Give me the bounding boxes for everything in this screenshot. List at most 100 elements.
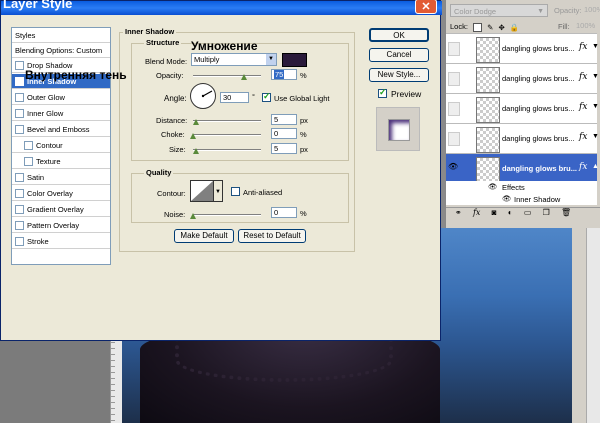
new-style-button[interactable]: New Style... bbox=[369, 68, 429, 82]
cancel-button[interactable]: Cancel bbox=[369, 48, 429, 62]
layer-blend-mode-select[interactable]: Color Dodge ▼ bbox=[450, 4, 548, 17]
eye-icon[interactable] bbox=[448, 72, 460, 86]
fx-icon[interactable]: fx bbox=[579, 72, 587, 82]
blending-options-item[interactable]: Blending Options: Custom bbox=[12, 43, 110, 58]
reset-to-default-button[interactable]: Reset to Default bbox=[238, 229, 306, 243]
fill-input[interactable]: 100% bbox=[576, 21, 595, 30]
style-item-checkbox[interactable] bbox=[15, 60, 24, 70]
style-item[interactable]: Color Overlay bbox=[12, 186, 110, 201]
choke-slider-track[interactable] bbox=[193, 134, 261, 136]
style-item[interactable]: Pattern Overlay bbox=[12, 218, 110, 233]
make-default-button[interactable]: Make Default bbox=[174, 229, 234, 243]
style-item-checkbox[interactable] bbox=[24, 140, 33, 150]
mask-icon[interactable]: ◙ bbox=[492, 208, 497, 217]
style-item[interactable]: Bevel and Emboss bbox=[12, 122, 110, 137]
eye-icon[interactable]: 👁 bbox=[502, 194, 512, 203]
trash-icon[interactable]: 🗑 bbox=[561, 208, 571, 217]
fx-icon[interactable]: fx bbox=[473, 208, 480, 217]
style-item-checkbox[interactable] bbox=[15, 204, 24, 214]
blend-mode-select[interactable]: Multiply ▼ bbox=[191, 53, 277, 66]
layer-row[interactable]: 👁 dangling glows bru... fx ▲ bbox=[446, 153, 599, 184]
opacity-input[interactable]: 75 bbox=[271, 69, 297, 80]
noise-input[interactable]: 0 bbox=[271, 207, 297, 218]
expand-arrow-icon[interactable]: ▼ bbox=[592, 43, 599, 50]
fx-icon[interactable]: fx bbox=[579, 132, 587, 142]
lock-position-icon[interactable]: ✥ bbox=[499, 23, 505, 32]
fx-icon[interactable]: fx bbox=[579, 42, 587, 52]
angle-input[interactable]: 30 bbox=[220, 92, 249, 103]
style-item[interactable]: Stroke bbox=[12, 234, 110, 249]
vertical-scrollbar[interactable] bbox=[586, 228, 600, 423]
contour-preview[interactable] bbox=[190, 180, 214, 202]
shadow-color-swatch[interactable] bbox=[282, 53, 307, 67]
size-slider-thumb[interactable] bbox=[193, 148, 199, 154]
noise-slider-track[interactable] bbox=[193, 214, 261, 216]
style-item-checkbox[interactable] bbox=[15, 220, 24, 230]
opacity-slider-track[interactable] bbox=[193, 75, 261, 77]
layer-row[interactable]: dangling glows brus... fx ▼ bbox=[446, 93, 599, 124]
fx-icon[interactable]: fx bbox=[579, 162, 587, 172]
layer-row[interactable]: dangling glows brus... fx ▼ bbox=[446, 123, 599, 154]
style-item[interactable]: Texture bbox=[12, 154, 110, 169]
folder-icon[interactable]: ▭ bbox=[524, 208, 532, 217]
lock-all-icon[interactable]: 🔒 bbox=[510, 23, 519, 32]
style-item[interactable]: Gradient Overlay bbox=[12, 202, 110, 217]
lock-transparency-icon[interactable] bbox=[473, 22, 483, 32]
layer-opacity-input[interactable]: 100% bbox=[584, 4, 600, 16]
eye-icon[interactable] bbox=[448, 132, 460, 146]
size-input[interactable]: 5 bbox=[271, 143, 297, 154]
style-preview-swatch bbox=[388, 119, 410, 141]
styles-list-header[interactable]: Styles bbox=[12, 28, 110, 43]
choke-slider-thumb[interactable] bbox=[190, 133, 196, 139]
chevron-down-icon: ▼ bbox=[537, 8, 544, 15]
style-item[interactable]: Satin bbox=[12, 170, 110, 185]
style-item-checkbox[interactable] bbox=[15, 236, 24, 246]
angle-dial[interactable] bbox=[190, 83, 216, 109]
noise-slider-thumb[interactable] bbox=[190, 213, 196, 219]
angle-value: 30 bbox=[223, 93, 232, 102]
layer-effects-row[interactable]: 👁 Effects bbox=[446, 181, 597, 193]
style-item-checkbox[interactable] bbox=[15, 108, 24, 118]
distance-unit: px bbox=[300, 116, 308, 125]
expand-arrow-icon[interactable]: ▲ bbox=[592, 163, 599, 170]
expand-arrow-icon[interactable]: ▼ bbox=[592, 133, 599, 140]
eye-icon[interactable]: 👁 bbox=[448, 162, 458, 174]
style-item[interactable]: Inner Glow bbox=[12, 106, 110, 121]
link-icon[interactable]: ⚭ bbox=[455, 208, 462, 217]
eye-icon[interactable] bbox=[448, 102, 460, 116]
style-item-checkbox[interactable] bbox=[15, 92, 24, 102]
style-item-checkbox[interactable] bbox=[15, 124, 24, 134]
layer-row[interactable]: dangling glows brus... fx ▼ bbox=[446, 33, 599, 64]
close-icon[interactable]: ✕ bbox=[415, 0, 437, 14]
choke-input[interactable]: 0 bbox=[271, 128, 297, 139]
fx-icon[interactable]: fx bbox=[579, 102, 587, 112]
inner-shadow-title: Inner Shadow bbox=[123, 27, 177, 36]
expand-arrow-icon[interactable]: ▼ bbox=[592, 73, 599, 80]
opacity-slider-thumb[interactable] bbox=[241, 74, 247, 80]
new-layer-icon[interactable]: ❐ bbox=[543, 208, 550, 217]
eye-icon[interactable]: 👁 bbox=[488, 182, 498, 191]
style-item[interactable]: Contour bbox=[12, 138, 110, 153]
chevron-down-icon[interactable]: ▼ bbox=[266, 54, 276, 65]
layer-row[interactable]: dangling glows brus... fx ▼ bbox=[446, 63, 599, 94]
anti-aliased-checkbox[interactable] bbox=[231, 187, 240, 196]
style-item-checkbox[interactable] bbox=[15, 188, 24, 198]
lock-image-icon[interactable]: ✎ bbox=[487, 23, 493, 32]
style-item[interactable]: Outer Glow bbox=[12, 90, 110, 105]
distance-slider-track[interactable] bbox=[193, 120, 261, 122]
expand-arrow-icon[interactable]: ▼ bbox=[592, 103, 599, 110]
adjustment-icon[interactable]: ◐ bbox=[508, 208, 513, 217]
distance-slider-thumb[interactable] bbox=[193, 119, 199, 125]
ok-button[interactable]: OK bbox=[369, 28, 429, 42]
style-item-checkbox[interactable] bbox=[24, 156, 33, 166]
style-item-checkbox[interactable]: ✓ bbox=[15, 76, 24, 86]
style-item-checkbox[interactable] bbox=[15, 172, 24, 182]
layer-inner-shadow-row[interactable]: 👁 Inner Shadow bbox=[446, 193, 597, 205]
layer-name: dangling glows brus... bbox=[502, 44, 575, 53]
eye-icon[interactable] bbox=[448, 42, 460, 56]
use-global-light-checkbox[interactable] bbox=[262, 91, 271, 102]
distance-input[interactable]: 5 bbox=[271, 114, 297, 125]
preview-checkbox[interactable] bbox=[378, 87, 387, 98]
chevron-down-icon[interactable]: ▼ bbox=[214, 180, 223, 202]
size-slider-track[interactable] bbox=[193, 149, 261, 151]
